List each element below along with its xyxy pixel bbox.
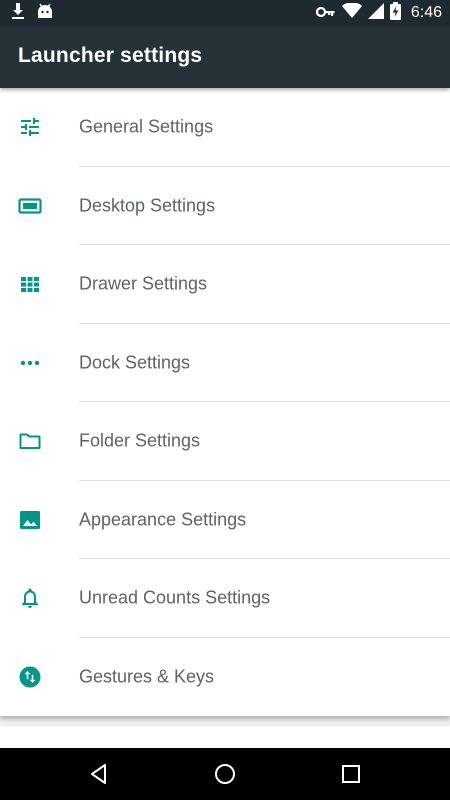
settings-item-gestures-keys[interactable]: Gestures & Keys (0, 638, 450, 717)
settings-item-label: Desktop Settings (79, 195, 216, 216)
settings-item-unread-counts[interactable]: Unread Counts Settings (0, 559, 450, 638)
settings-item-folder[interactable]: Folder Settings (0, 402, 450, 481)
status-right-icons: 6:46 (315, 2, 442, 24)
page-title: Launcher settings (18, 44, 203, 67)
vpn-key-icon (315, 4, 336, 23)
settings-item-label: Drawer Settings (79, 273, 208, 294)
android-icon (36, 2, 54, 24)
folder-icon (18, 429, 42, 453)
home-icon[interactable] (213, 762, 237, 786)
desktop-icon (18, 194, 42, 218)
recents-icon[interactable] (339, 762, 363, 786)
status-time: 6:46 (410, 4, 442, 21)
wifi-icon (341, 2, 362, 23)
settings-item-desktop[interactable]: Desktop Settings (0, 167, 450, 245)
app-bar: Launcher settings (0, 26, 450, 88)
bell-icon (18, 586, 42, 610)
status-bar: 6:46 (0, 0, 450, 26)
settings-item-label: Gestures & Keys (79, 666, 215, 687)
battery-charging-icon (389, 2, 401, 24)
more-horizontal-icon (18, 351, 42, 375)
settings-item-appearance[interactable]: Appearance Settings (0, 481, 450, 559)
screen: 6:46 Launcher settings General Settings (0, 0, 450, 800)
status-left-icons (10, 3, 54, 23)
tune-icon (18, 115, 42, 139)
settings-item-drawer[interactable]: Drawer Settings (0, 245, 450, 324)
settings-list: General Settings Desktop Settings Drawer… (0, 88, 450, 716)
settings-item-label: Unread Counts Settings (79, 587, 271, 608)
settings-item-dock[interactable]: Dock Settings (0, 324, 450, 402)
settings-item-label: General Settings (79, 116, 214, 137)
swap-vertical-icon (18, 665, 42, 689)
settings-item-label: Dock Settings (79, 352, 191, 373)
image-icon (18, 508, 42, 532)
settings-item-label: Folder Settings (79, 430, 201, 451)
signal-icon (367, 3, 384, 23)
settings-item-label: Appearance Settings (79, 509, 247, 530)
download-icon (10, 2, 26, 24)
settings-item-general[interactable]: General Settings (0, 88, 450, 167)
back-icon[interactable] (87, 762, 111, 786)
grid-icon (18, 272, 42, 296)
navigation-bar (0, 748, 450, 800)
